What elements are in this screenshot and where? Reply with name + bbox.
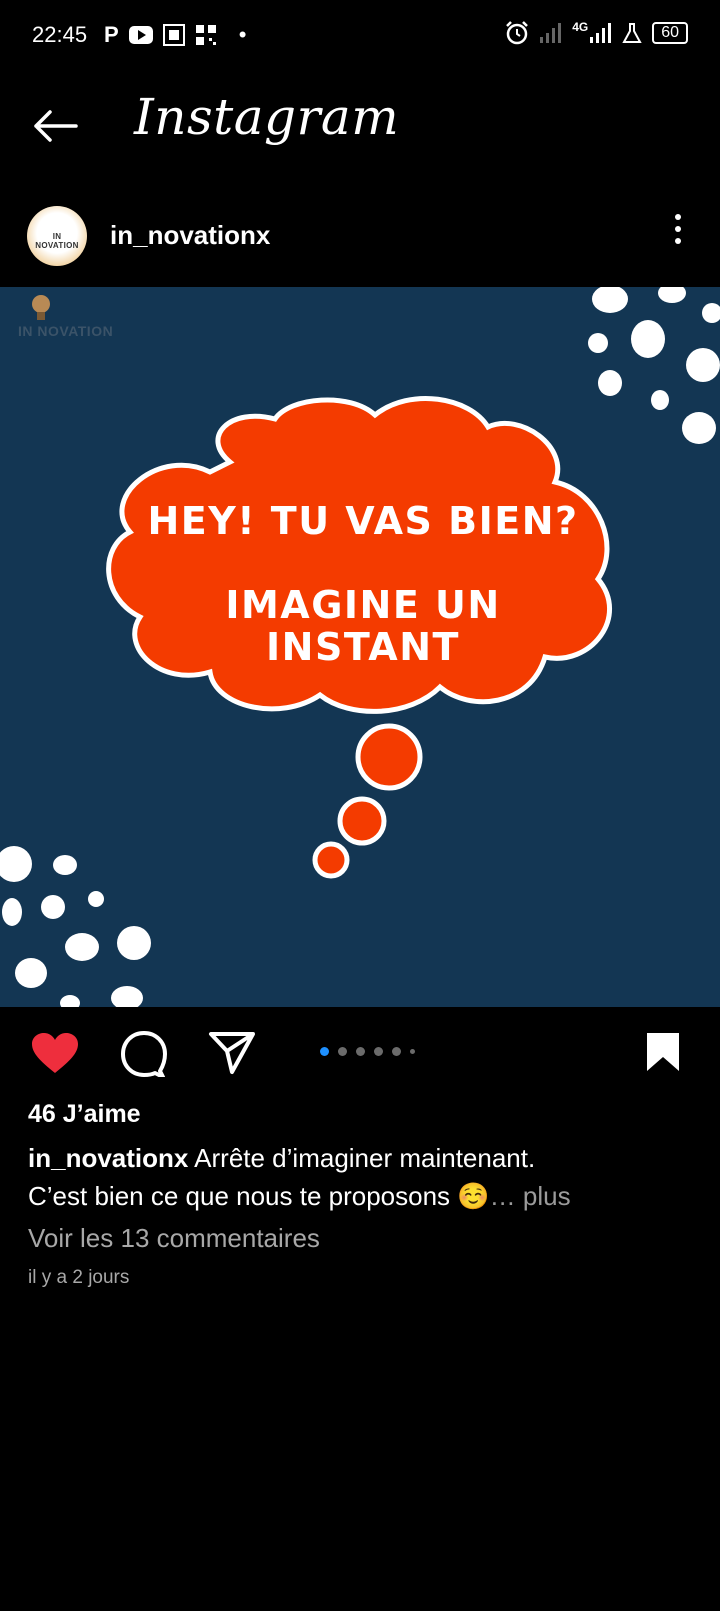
status-bar: 22:45 P • 4G 60 bbox=[0, 0, 720, 72]
avatar[interactable]: IN NOVATION bbox=[27, 206, 87, 266]
comment-icon[interactable] bbox=[120, 1031, 168, 1077]
network-type: 4G bbox=[572, 20, 589, 34]
caption-ellipsis: … bbox=[489, 1181, 516, 1211]
carousel-dot bbox=[356, 1047, 365, 1056]
caption-text: Arrête d’imaginer maintenant. bbox=[194, 1143, 536, 1173]
status-time: 22:45 bbox=[32, 22, 88, 47]
watermark-logo: IN NOVATION bbox=[18, 323, 114, 339]
qr-icon bbox=[195, 25, 216, 45]
parking-icon: P bbox=[104, 22, 119, 47]
more-notifications-icon: • bbox=[238, 22, 247, 47]
post-actions bbox=[0, 1007, 720, 1097]
notification-icons: P • bbox=[104, 22, 246, 48]
alarm-icon bbox=[506, 21, 529, 45]
carousel-dot bbox=[374, 1047, 383, 1056]
save-bookmark-icon[interactable] bbox=[645, 1031, 681, 1073]
back-arrow-icon[interactable] bbox=[32, 110, 78, 142]
signal-icon-2 bbox=[590, 23, 612, 43]
image-text-line3: INSTANT bbox=[266, 625, 460, 669]
image-text-line2: IMAGINE UN bbox=[225, 583, 501, 627]
avatar-logo-text: IN NOVATION bbox=[35, 232, 79, 250]
image-text-line1: HEY! TU VAS BIEN? bbox=[147, 499, 579, 543]
app-header: Instagram bbox=[0, 72, 720, 190]
caption-text-line2: C’est bien ce que nous te proposons ☺️ bbox=[28, 1181, 490, 1211]
carousel-indicator bbox=[320, 1047, 415, 1056]
signal-icon bbox=[540, 23, 562, 43]
caption-more-link[interactable]: plus bbox=[523, 1181, 571, 1211]
caption-username[interactable]: in_novationx bbox=[28, 1143, 188, 1173]
carousel-dot-active bbox=[320, 1047, 329, 1056]
battery-icon: 60 bbox=[652, 22, 688, 44]
instagram-logo: Instagram bbox=[134, 88, 400, 146]
app-icon bbox=[162, 24, 185, 46]
post-caption: in_novationx Arrête d’imaginer maintenan… bbox=[28, 1139, 698, 1215]
like-heart-icon[interactable] bbox=[30, 1031, 80, 1075]
like-count[interactable]: 46 J’aime bbox=[28, 1100, 141, 1129]
flask-icon bbox=[622, 23, 642, 43]
more-options-icon[interactable] bbox=[674, 214, 682, 250]
share-send-icon[interactable] bbox=[208, 1031, 256, 1075]
carousel-dot bbox=[410, 1049, 415, 1054]
youtube-icon bbox=[128, 26, 153, 44]
post-image[interactable]: IN NOVATION HEY! TU VAS BIEN? IMAGINE UN… bbox=[0, 287, 720, 1007]
post-header: IN NOVATION in_novationx bbox=[0, 190, 720, 286]
system-icons: 4G 60 bbox=[504, 20, 688, 46]
post-timestamp: il y a 2 jours bbox=[28, 1267, 130, 1288]
post-username[interactable]: in_novationx bbox=[110, 220, 270, 251]
carousel-dot bbox=[338, 1047, 347, 1056]
lightbulb-icon bbox=[32, 295, 50, 320]
view-comments-link[interactable]: Voir les 13 commentaires bbox=[28, 1223, 320, 1254]
carousel-dot bbox=[392, 1047, 401, 1056]
